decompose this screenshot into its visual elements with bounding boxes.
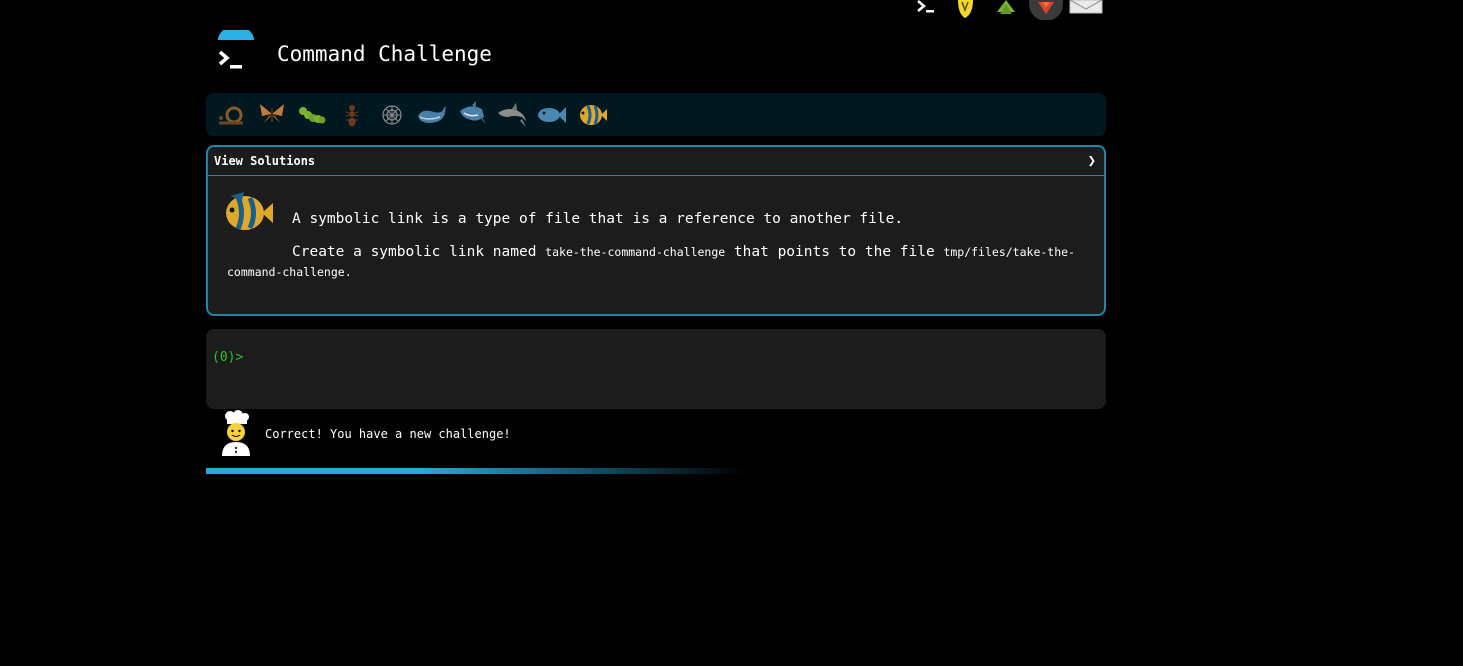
view-solutions-label: View Solutions [214, 154, 316, 168]
page-title: Command Challenge [277, 42, 492, 66]
feedback-message: Correct! You have a new challenge! [218, 410, 511, 458]
tree-icon[interactable] [986, 0, 1026, 20]
tropical-fish-icon [220, 190, 274, 236]
whale-icon[interactable] [412, 97, 452, 133]
shark-icon[interactable] [452, 97, 492, 133]
instruction-prefix: Create a symbolic link named [292, 244, 546, 260]
link-name-code: take-the-command-challenge [545, 245, 726, 259]
challenge-panel: View Solutions ❯ A symbolic link is a ty… [206, 145, 1106, 316]
instruction-middle: that points to the file [725, 244, 944, 260]
challenge-instruction: Create a symbolic link named take-the-co… [227, 242, 1087, 282]
caterpillar-icon[interactable] [292, 97, 332, 133]
terminal-icon[interactable] [906, 0, 946, 20]
challenge-intro-text: A symbolic link is a type of file that i… [292, 211, 904, 227]
chef-avatar-icon [218, 410, 254, 458]
progress-bar [206, 468, 746, 474]
view-solutions-toggle[interactable]: View Solutions ❯ [208, 147, 1104, 176]
feedback-text: Correct! You have a new challenge! [265, 427, 511, 441]
gitlab-icon[interactable] [1026, 0, 1066, 20]
lightbulb-icon[interactable] [946, 0, 986, 20]
snail-icon[interactable] [212, 97, 252, 133]
top-nav [906, 0, 1106, 20]
mail-icon[interactable] [1066, 0, 1106, 20]
chevron-right-icon[interactable]: ❯ [1088, 153, 1096, 169]
tropical-fish-icon[interactable] [572, 97, 612, 133]
terminal-prompt: (0)> [212, 350, 244, 365]
fish-icon[interactable] [532, 97, 572, 133]
instruction-suffix: . [344, 265, 352, 279]
terminal-input[interactable]: (0)> [206, 329, 1106, 409]
ant-icon[interactable] [332, 97, 372, 133]
spider-web-icon[interactable] [372, 97, 412, 133]
page-header: Command Challenge [212, 26, 492, 78]
level-selector [206, 93, 1106, 136]
terminal-prompt-icon[interactable] [212, 26, 260, 78]
butterfly-icon[interactable] [252, 97, 292, 133]
dolphin-icon[interactable] [492, 97, 532, 133]
